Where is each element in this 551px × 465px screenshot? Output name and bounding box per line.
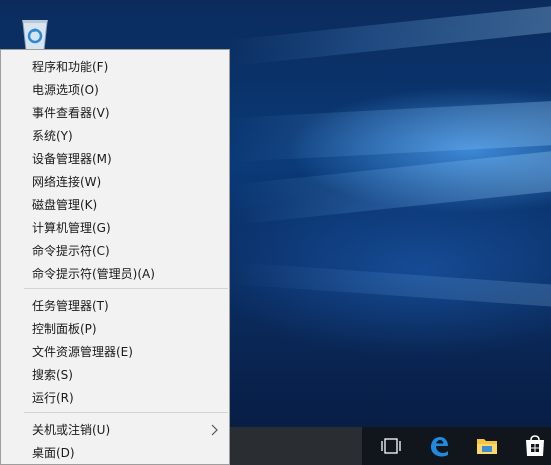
menu-item-label: 命令提示符(C) xyxy=(32,244,110,258)
menu-item-command-prompt-admin[interactable]: 命令提示符(管理员)(A) xyxy=(1,262,229,285)
menu-item-programs-and-features[interactable]: 程序和功能(F) xyxy=(1,55,229,78)
light-beam xyxy=(228,262,551,310)
menu-item-power-options[interactable]: 电源选项(O) xyxy=(1,78,229,101)
edge-icon[interactable] xyxy=(415,427,463,465)
menu-item-label: 搜索(S) xyxy=(32,368,73,382)
light-beam xyxy=(230,99,551,162)
taskbar-search-area[interactable] xyxy=(230,427,362,465)
menu-separator xyxy=(24,412,228,413)
menu-item-run[interactable]: 运行(R) xyxy=(1,386,229,409)
menu-item-network-connections[interactable]: 网络连接(W) xyxy=(1,170,229,193)
menu-item-label: 设备管理器(M) xyxy=(32,152,112,166)
winx-context-menu: 程序和功能(F) 电源选项(O) 事件查看器(V) 系统(Y) 设备管理器(M) 网络连接… xyxy=(0,49,230,465)
menu-item-computer-management[interactable]: 计算机管理(G) xyxy=(1,216,229,239)
menu-item-file-explorer[interactable]: 文件资源管理器(E) xyxy=(1,340,229,363)
menu-item-label: 命令提示符(管理员)(A) xyxy=(32,267,155,281)
menu-item-device-manager[interactable]: 设备管理器(M) xyxy=(1,147,229,170)
menu-item-event-viewer[interactable]: 事件查看器(V) xyxy=(1,101,229,124)
menu-item-label: 电源选项(O) xyxy=(32,83,99,97)
menu-item-command-prompt[interactable]: 命令提示符(C) xyxy=(1,239,229,262)
menu-item-label: 系统(Y) xyxy=(32,129,73,143)
menu-item-label: 运行(R) xyxy=(32,391,74,405)
menu-item-label: 文件资源管理器(E) xyxy=(32,345,133,359)
menu-item-control-panel[interactable]: 控制面板(P) xyxy=(1,317,229,340)
menu-item-label: 事件查看器(V) xyxy=(32,106,110,120)
menu-item-task-manager[interactable]: 任务管理器(T) xyxy=(1,294,229,317)
menu-item-label: 磁盘管理(K) xyxy=(32,198,98,212)
file-explorer-icon[interactable] xyxy=(463,427,511,465)
menu-item-label: 计算机管理(G) xyxy=(32,221,111,235)
menu-item-desktop[interactable]: 桌面(D) xyxy=(1,441,229,464)
menu-item-label: 控制面板(P) xyxy=(32,322,97,336)
menu-item-label: 桌面(D) xyxy=(32,446,75,460)
menu-item-label: 程序和功能(F) xyxy=(32,60,109,74)
task-view-icon[interactable] xyxy=(367,427,415,465)
menu-separator xyxy=(24,288,228,289)
light-beam xyxy=(230,2,551,66)
menu-item-search[interactable]: 搜索(S) xyxy=(1,363,229,386)
store-icon[interactable] xyxy=(511,427,551,465)
recycle-bin-icon[interactable] xyxy=(16,16,54,52)
taskbar xyxy=(230,427,551,465)
menu-item-label: 任务管理器(T) xyxy=(32,299,109,313)
menu-item-label: 网络连接(W) xyxy=(32,175,102,189)
menu-item-system[interactable]: 系统(Y) xyxy=(1,124,229,147)
menu-item-disk-management[interactable]: 磁盘管理(K) xyxy=(1,193,229,216)
chevron-right-icon xyxy=(211,424,218,436)
menu-item-label: 关机或注销(U) xyxy=(32,423,111,437)
menu-item-shutdown-or-sign-out[interactable]: 关机或注销(U) xyxy=(1,418,229,441)
